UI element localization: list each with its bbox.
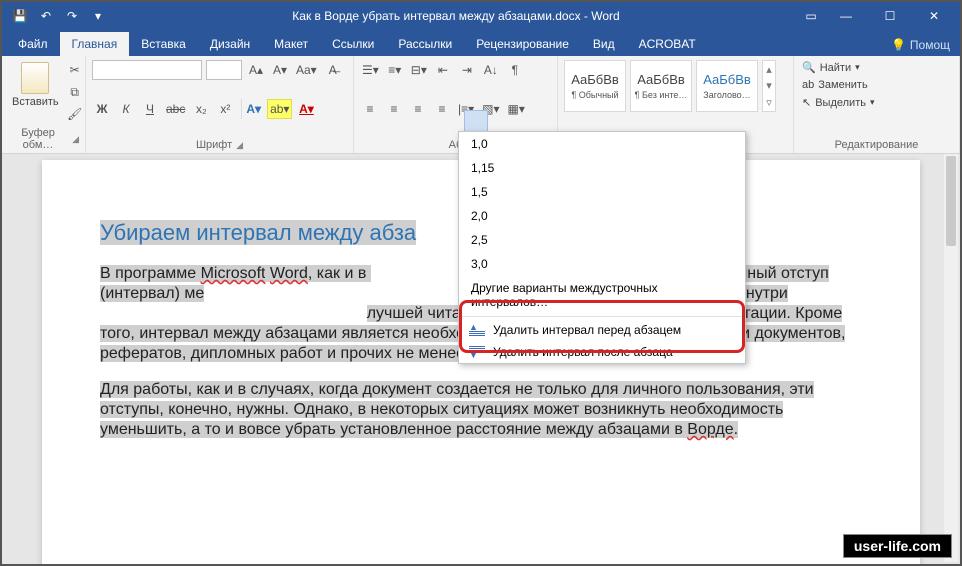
spacing-1-5[interactable]: 1,5 [459,180,745,204]
clipboard-dialog-launcher[interactable]: ◢ [72,134,79,145]
scroll-thumb[interactable] [946,156,956,246]
copy-icon[interactable]: ⧉ [65,82,85,102]
watermark: user-life.com [843,534,952,558]
cut-icon[interactable]: ✂ [65,60,85,80]
group-editing: 🔍Найти▾ abЗаменить ↖Выделить▾ Редактиров… [794,56,960,153]
quick-access-toolbar: 💾 ↶ ↷ ▾ [2,6,116,26]
replace-icon: ab [802,79,814,91]
doc-heading: Убираем интервал между абза [100,220,416,245]
remove-space-before[interactable]: ▲ Удалить интервал перед абзацем [459,319,745,341]
bullets-icon[interactable]: ☰▾ [360,60,381,80]
superscript-button[interactable]: x² [215,99,235,119]
shrink-font-icon[interactable]: A▾ [270,60,290,80]
tab-references[interactable]: Ссылки [320,32,386,56]
maximize-button[interactable]: ☐ [870,4,910,28]
spacing-2-5[interactable]: 2,5 [459,228,745,252]
numbering-icon[interactable]: ≡▾ [385,60,405,80]
tell-me-search[interactable]: 💡 Помощ [881,34,960,56]
font-dialog-launcher[interactable]: ◢ [236,140,243,151]
ribbon-options-icon[interactable]: ▭ [796,9,826,23]
tab-view[interactable]: Вид [581,32,627,56]
align-right-icon[interactable]: ≡ [408,99,428,119]
text-effects-icon[interactable]: A▾ [241,99,263,119]
borders-icon[interactable]: ▦▾ [506,99,527,119]
increase-indent-icon[interactable]: ⇥ [457,60,477,80]
spacing-3-0[interactable]: 3,0 [459,252,745,276]
subscript-button[interactable]: x₂ [191,99,211,119]
font-name-combo[interactable] [92,60,202,80]
replace-button[interactable]: abЗаменить [800,78,953,92]
italic-button[interactable]: К [116,99,136,119]
redo-icon[interactable]: ↷ [62,6,82,26]
menu-separator [459,316,745,317]
clear-formatting-icon[interactable]: A̶ [323,60,343,80]
multilevel-icon[interactable]: ⊟▾ [409,60,429,80]
spacing-2-0[interactable]: 2,0 [459,204,745,228]
qat-customize-icon[interactable]: ▾ [88,6,108,26]
align-center-icon[interactable]: ≡ [384,99,404,119]
tab-design[interactable]: Дизайн [198,32,262,56]
line-spacing-active-highlight [464,110,488,132]
select-button[interactable]: ↖Выделить▾ [800,95,953,110]
underline-button[interactable]: Ч [140,99,160,119]
window-title: Как в Ворде убрать интервал между абзаца… [116,9,796,23]
doc-paragraph-2: Для работы, как и в случаях, когда докум… [100,380,862,440]
sort-icon[interactable]: A↓ [481,60,501,80]
style-heading1[interactable]: АаБбВв Заголово… [696,60,758,112]
spacing-more-options[interactable]: Другие варианты междустрочных интервалов… [459,276,745,314]
spacing-1-0[interactable]: 1,0 [459,132,745,156]
group-clipboard-label: Буфер обм… [8,127,68,151]
space-before-icon: ▲ [469,323,485,337]
styles-gallery-more[interactable]: ▴▾▿ [762,60,776,112]
paste-button[interactable]: Вставить [8,60,63,124]
tab-acrobat[interactable]: ACROBAT [627,32,708,56]
style-normal[interactable]: АаБбВв ¶ Обычный [564,60,626,112]
vertical-scrollbar[interactable] [944,154,958,562]
format-painter-icon[interactable]: 🖌 [65,104,85,124]
tab-review[interactable]: Рецензирование [464,32,581,56]
font-color-icon[interactable]: A▾ [296,99,316,119]
save-icon[interactable]: 💾 [10,6,30,26]
title-bar: 💾 ↶ ↷ ▾ Как в Ворде убрать интервал межд… [2,2,960,30]
tab-file[interactable]: Файл [6,32,60,56]
find-button[interactable]: 🔍Найти▾ [800,60,953,75]
show-marks-icon[interactable]: ¶ [505,60,525,80]
ribbon-tabs: Файл Главная Вставка Дизайн Макет Ссылки… [2,30,960,56]
tab-mailings[interactable]: Рассылки [386,32,464,56]
change-case-icon[interactable]: Aa▾ [294,60,319,80]
remove-space-after[interactable]: ▼ Удалить интервал после абзаца [459,341,745,363]
clipboard-icon [21,62,49,94]
space-after-icon: ▼ [469,345,485,359]
search-icon: 🔍 [802,61,816,74]
tab-insert[interactable]: Вставка [129,32,198,56]
minimize-button[interactable]: — [826,4,866,28]
font-size-combo[interactable] [206,60,242,80]
justify-icon[interactable]: ≡ [432,99,452,119]
tell-me-label: Помощ [910,38,950,52]
group-font: A▴ A▾ Aa▾ A̶ Ж К Ч abc x₂ x² A▾ ab▾ A▾ Ш… [86,56,354,153]
group-editing-label: Редактирование [835,139,919,151]
tab-layout[interactable]: Макет [262,32,320,56]
line-spacing-menu: 1,0 1,15 1,5 2,0 2,5 3,0 Другие варианты… [458,131,746,364]
strike-button[interactable]: abc [164,99,187,119]
undo-icon[interactable]: ↶ [36,6,56,26]
decrease-indent-icon[interactable]: ⇤ [433,60,453,80]
tab-home[interactable]: Главная [60,32,130,56]
group-clipboard: Вставить ✂ ⧉ 🖌 Буфер обм… ◢ [2,56,86,153]
close-button[interactable]: ✕ [914,4,954,28]
style-no-spacing[interactable]: АаБбВв ¶ Без инте… [630,60,692,112]
spacing-1-15[interactable]: 1,15 [459,156,745,180]
grow-font-icon[interactable]: A▴ [246,60,266,80]
highlight-icon[interactable]: ab▾ [267,99,292,119]
align-left-icon[interactable]: ≡ [360,99,380,119]
cursor-icon: ↖ [802,96,811,109]
bold-button[interactable]: Ж [92,99,112,119]
group-font-label: Шрифт [196,139,232,151]
bulb-icon: 💡 [891,38,906,52]
